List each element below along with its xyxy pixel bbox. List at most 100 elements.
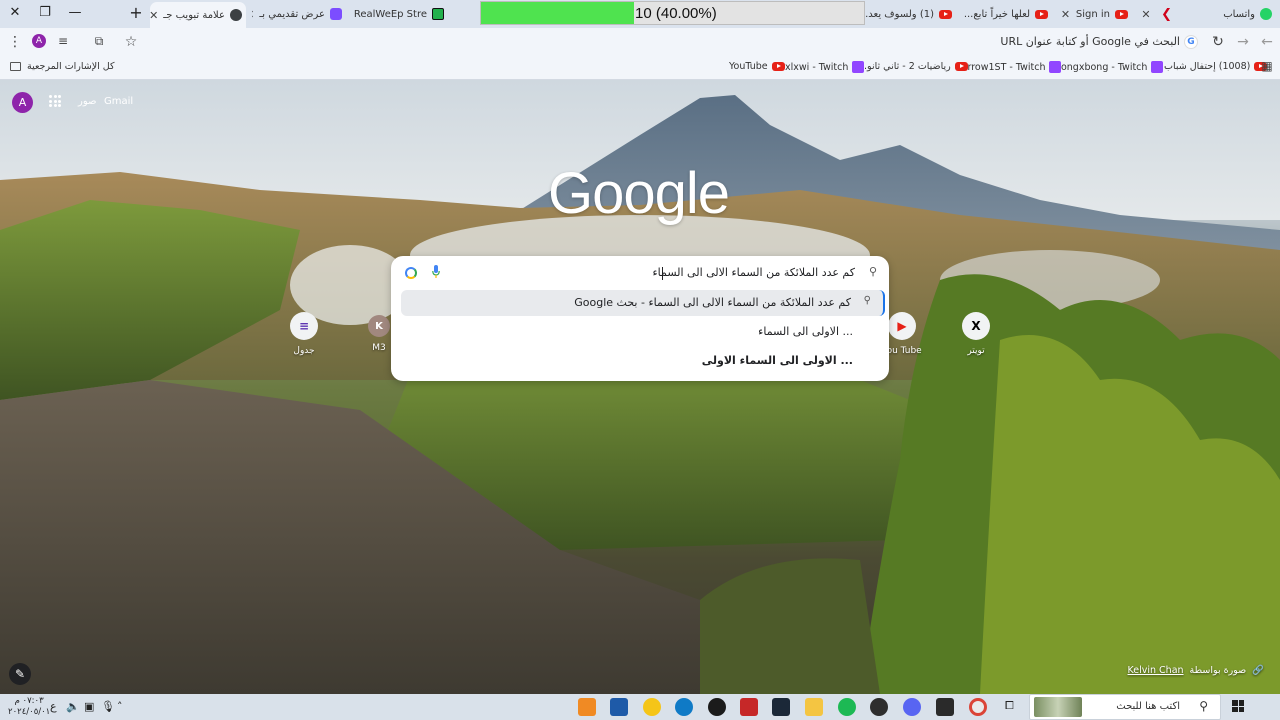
close-tab-icon[interactable]: ✕ bbox=[1140, 8, 1152, 21]
search-box[interactable]: كم عدد الملائكة من السماء الالى الى السم… bbox=[391, 262, 889, 284]
shortcut-table[interactable]: ≡ جدول bbox=[274, 312, 334, 356]
tab-sign-in[interactable]: Sign in ✕ bbox=[1056, 3, 1132, 25]
customize-pencil-icon[interactable]: ✎ bbox=[9, 663, 31, 685]
tab-title: واتساب bbox=[1223, 8, 1255, 20]
gmail-link[interactable]: Gmail bbox=[104, 96, 133, 107]
google-logo: Google bbox=[548, 161, 730, 226]
tab-youtube-1[interactable]: (1) ولسوف يعد... ✕ bbox=[860, 3, 956, 25]
shortcut-twitter[interactable]: X تويتر bbox=[946, 312, 1006, 356]
bookmark-star-icon[interactable]: ☆ bbox=[122, 34, 140, 50]
bookmarks-bar: كل الإشارات المرجعية (1008) إحتفال شباب.… bbox=[0, 56, 1280, 80]
spotify-icon[interactable] bbox=[838, 698, 856, 716]
close-tab-icon[interactable]: ✕ bbox=[150, 9, 158, 22]
bookmark-label: shongxbong - Twitch bbox=[1050, 61, 1148, 73]
slides-icon bbox=[330, 8, 342, 20]
google-apps-icon[interactable] bbox=[49, 95, 61, 107]
bookmark-item[interactable]: xlxwi - Twitch bbox=[785, 61, 865, 73]
youtube-icon bbox=[939, 9, 952, 19]
app-icon-dark[interactable] bbox=[708, 698, 726, 716]
language-indicator[interactable]: ع bbox=[50, 700, 57, 713]
suggestion-item[interactable]: ... الاولى الى السماء الاولى bbox=[401, 348, 885, 374]
app-icon-orange[interactable] bbox=[578, 698, 596, 716]
green-app-icon bbox=[432, 8, 444, 20]
suggestion-item[interactable]: ⚲ كم عدد الملائكة من السماء الالى الى ال… bbox=[401, 290, 885, 316]
edge-icon[interactable] bbox=[675, 698, 693, 716]
tab-whatsapp[interactable]: واتساب bbox=[1180, 3, 1276, 25]
tab-title: (1) ولسوف يعد... bbox=[860, 8, 934, 20]
chrome-icon[interactable] bbox=[969, 698, 987, 716]
microphone-icon[interactable] bbox=[432, 265, 440, 279]
file-explorer-icon[interactable] bbox=[805, 698, 823, 716]
suggestion-item[interactable]: ... الاولى الى السماء bbox=[401, 319, 885, 345]
google-lens-icon[interactable] bbox=[405, 267, 417, 279]
extensions-icon[interactable]: ⧉ bbox=[90, 34, 108, 49]
bookmark-label: Arrow1ST - Twitch bbox=[961, 61, 1046, 73]
close-window-icon[interactable]: ✕ bbox=[6, 5, 24, 20]
bookmark-item[interactable]: shongxbong - Twitch bbox=[1050, 61, 1164, 73]
link-icon: 🔗 bbox=[1252, 665, 1264, 676]
taskbar-search-input[interactable]: اكتب هنا للبحث bbox=[1116, 701, 1180, 712]
app-icon-red[interactable] bbox=[740, 698, 758, 716]
tab-title: عرض تقديمي بـ bbox=[259, 8, 325, 20]
twitch-icon bbox=[1151, 61, 1164, 73]
steam-icon[interactable] bbox=[772, 698, 790, 716]
tab-new-tab[interactable]: علامة تبويب جـ ✕ bbox=[150, 2, 246, 28]
tab-youtube-2[interactable]: لعلها خيراً تابع... ✕ bbox=[960, 3, 1052, 25]
epic-games-icon[interactable] bbox=[936, 698, 954, 716]
mic-tray-icon[interactable]: 🎙 bbox=[101, 700, 115, 713]
bookmark-item[interactable]: (1008) إحتفال شباب... bbox=[1155, 61, 1268, 72]
twitch-icon bbox=[852, 61, 865, 73]
bookmark-item[interactable]: رياضيات 2 - ثاني ثانو... bbox=[858, 61, 968, 72]
profile-avatar[interactable]: A bbox=[32, 34, 46, 48]
minimize-window-icon[interactable]: — bbox=[66, 5, 84, 20]
browser-toolbar: ⋮ A ≡ ⧉ ☆ البحث في Google أو كتابة عنوان… bbox=[0, 28, 1280, 56]
volume-icon[interactable]: 🔈 bbox=[66, 700, 80, 713]
tab-realweep[interactable]: RealWeEp Stre ✕ bbox=[352, 3, 448, 25]
task-view-icon[interactable]: ⧠ bbox=[1005, 699, 1014, 713]
all-bookmarks-button[interactable]: كل الإشارات المرجعية bbox=[10, 61, 115, 72]
search-icon: ⚲ bbox=[863, 295, 871, 306]
close-tab-icon[interactable]: ✕ bbox=[1060, 8, 1071, 21]
bookmark-item[interactable]: YouTube bbox=[729, 61, 785, 72]
omnibox-input[interactable]: البحث في Google أو كتابة عنوان URL bbox=[1000, 35, 1180, 48]
youtube-icon: ▶ bbox=[888, 312, 916, 340]
suggestion-text: ... الاولى الى السماء bbox=[758, 325, 853, 338]
photo-credit[interactable]: 🔗 صورة بواسطة Kelvin Chan bbox=[1128, 665, 1265, 676]
app-icon-yellow[interactable] bbox=[643, 698, 661, 716]
tray-expand-icon[interactable]: ˄ bbox=[117, 700, 123, 713]
taskbar-search[interactable]: اكتب هنا للبحث ⚲ bbox=[1029, 694, 1221, 720]
tab-chevron[interactable]: ❯ ✕ bbox=[1136, 3, 1176, 25]
new-tab-page: A صور Gmail Google ≡ جدول K M3 ▶ You Tub… bbox=[0, 80, 1280, 694]
images-link[interactable]: صور bbox=[78, 96, 97, 107]
tab-title: لعلها خيراً تابع... bbox=[963, 8, 1030, 20]
tab-title: Sign in bbox=[1075, 8, 1110, 20]
tab-slides[interactable]: عرض تقديمي بـ ✕ bbox=[252, 3, 346, 25]
discord-icon[interactable] bbox=[903, 698, 921, 716]
back-icon[interactable]: ← bbox=[1258, 34, 1276, 50]
forward-icon[interactable]: → bbox=[1234, 34, 1252, 50]
tray-clock[interactable]: ٠٧:٠٣ م ٢٠٢٤/٠٥/٠١ bbox=[8, 696, 50, 718]
twitch-icon bbox=[1049, 61, 1062, 73]
shortcut-label: تويتر bbox=[967, 346, 985, 356]
obs-icon[interactable] bbox=[870, 698, 888, 716]
bookmark-label: xlxwi - Twitch bbox=[785, 61, 849, 73]
chevron-icon: ❯ bbox=[1161, 6, 1172, 22]
apps-grid-icon[interactable]: ▦ bbox=[1258, 59, 1276, 73]
windows-start-icon[interactable] bbox=[1232, 700, 1244, 712]
search-input[interactable]: كم عدد الملائكة من السماء الالى الى السم… bbox=[652, 266, 855, 279]
search-icon: ⚲ bbox=[868, 265, 877, 278]
display-icon[interactable]: ▣ bbox=[84, 700, 94, 713]
new-tab-icon[interactable]: + bbox=[127, 3, 145, 22]
tab-search-icon[interactable]: ≡ bbox=[54, 34, 72, 48]
bookmark-item[interactable]: Arrow1ST - Twitch bbox=[961, 61, 1062, 73]
app-icon-blue[interactable] bbox=[610, 698, 628, 716]
restore-window-icon[interactable]: ❐ bbox=[36, 5, 54, 20]
progress-overlay: 10 (40.00%) bbox=[480, 1, 865, 25]
close-tab-icon[interactable]: ✕ bbox=[252, 8, 254, 21]
reload-icon[interactable]: ↻ bbox=[1209, 34, 1227, 50]
bookmark-label: رياضيات 2 - ثاني ثانو... bbox=[858, 61, 951, 72]
account-avatar[interactable]: A bbox=[12, 92, 33, 113]
folder-icon bbox=[10, 62, 21, 71]
menu-dots-icon[interactable]: ⋮ bbox=[6, 34, 24, 50]
credit-author[interactable]: Kelvin Chan bbox=[1128, 665, 1184, 676]
